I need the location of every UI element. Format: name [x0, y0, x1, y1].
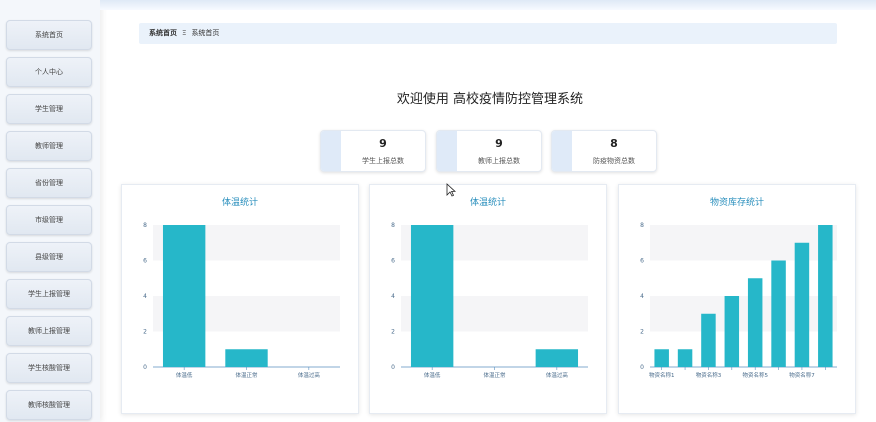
y-tick-label: 6	[640, 258, 644, 265]
stat-value: 9	[495, 137, 503, 150]
sidebar-item-students[interactable]: 学生管理	[6, 94, 92, 124]
x-tick-label: 物资名称7	[789, 371, 815, 379]
sidebar-item-counties[interactable]: 县级管理	[6, 242, 92, 272]
x-tick-label: 物资名称3	[696, 371, 722, 379]
stat-label: 防疫物资总数	[593, 157, 635, 165]
stat-card-accent	[321, 131, 341, 171]
x-tick-label: 体温正常	[235, 371, 258, 379]
sidebar-item-home[interactable]: 系统首页	[6, 20, 92, 50]
sidebar-item-teacher-reports[interactable]: 教师上报管理	[6, 316, 92, 346]
x-tick-label: 物资名称5	[742, 371, 768, 379]
mouse-cursor-icon	[446, 183, 456, 197]
x-tick-label: 体温低	[424, 371, 441, 379]
sidebar-item-teacher-nucleic[interactable]: 教师核酸管理	[6, 390, 92, 420]
x-tick-label: 体温低	[176, 371, 193, 379]
y-tick-label: 0	[143, 364, 147, 371]
breadcrumb-home-link[interactable]: 系统首页	[149, 29, 177, 37]
y-tick-label: 6	[143, 258, 147, 265]
bar[interactable]	[794, 242, 810, 367]
y-tick-label: 8	[391, 222, 395, 229]
bar[interactable]	[225, 349, 268, 367]
bar[interactable]	[818, 225, 833, 367]
y-tick-label: 4	[640, 293, 644, 300]
y-tick-label: 8	[143, 222, 147, 229]
y-tick-label: 4	[143, 293, 147, 300]
chart-temperature-2: 0 2 4 6 8 体温低 体温正常 体温过高	[391, 222, 588, 379]
breadcrumb-current: 系统首页	[191, 29, 220, 37]
x-tick-label: 体温过高	[546, 371, 569, 379]
y-tick-label: 6	[391, 258, 395, 265]
sidebar-item-student-nucleic[interactable]: 学生核酸管理	[6, 353, 92, 383]
y-tick-label: 4	[391, 293, 395, 300]
bar[interactable]	[410, 225, 454, 367]
y-tick-label: 8	[640, 222, 644, 229]
sidebar-item-student-reports[interactable]: 学生上报管理	[6, 279, 92, 309]
chart-card-temperature-2: 体温统计 0 2 4 6 8 体温低 体温正常 体温过高	[369, 184, 607, 414]
y-tick-label: 2	[143, 329, 147, 336]
x-tick-label: 体温过高	[298, 371, 321, 379]
y-tick-label: 0	[640, 364, 644, 371]
stat-card-student-reports: 9 学生上报总数	[320, 130, 426, 172]
chart-card-temperature-1: 体温统计 0 2 4 6 8 体温低 体温正常 体温过高	[121, 184, 359, 414]
bar[interactable]	[654, 349, 669, 367]
page-title: 欢迎使用 高校疫情防控管理系统	[396, 92, 584, 107]
stat-card-supplies: 8 防疫物资总数	[551, 130, 657, 172]
bar[interactable]	[771, 260, 786, 368]
chart-temperature-1: 0 2 4 6 8 体温低 体温正常 体温过高	[143, 222, 340, 379]
sidebar-item-cities[interactable]: 市级管理	[6, 205, 92, 235]
chart-card-inventory: 物资库存统计 0 2 4 6 8 物资名称1 物资名称3 物资名称5 物资名称7	[618, 184, 856, 414]
stat-value: 9	[379, 137, 387, 150]
top-strip	[100, 0, 876, 10]
bar[interactable]	[747, 278, 763, 367]
bar[interactable]	[535, 349, 579, 367]
bar[interactable]	[162, 225, 206, 367]
sidebar-item-teachers[interactable]: 教师管理	[6, 131, 92, 161]
x-tick-label: 体温正常	[483, 371, 506, 379]
breadcrumb: 系统首页 Ξ 系统首页	[139, 23, 837, 44]
stat-card-teacher-reports: 9 教师上报总数	[436, 130, 542, 172]
chart-inventory: 0 2 4 6 8 物资名称1 物资名称3 物资名称5 物资名称7	[640, 222, 837, 379]
y-tick-label: 2	[391, 329, 395, 336]
bar[interactable]	[701, 313, 716, 367]
sidebar-item-provinces[interactable]: 省份管理	[6, 168, 92, 198]
bar[interactable]	[677, 349, 693, 367]
y-tick-label: 0	[391, 364, 395, 371]
stat-value: 8	[610, 137, 618, 150]
y-tick-label: 2	[640, 329, 644, 336]
stat-card-accent	[552, 131, 572, 171]
breadcrumb-separator: Ξ	[182, 29, 187, 37]
stat-card-accent	[437, 131, 457, 171]
stat-label: 教师上报总数	[478, 157, 520, 165]
bar[interactable]	[724, 296, 740, 367]
sidebar: 系统首页 个人中心 学生管理 教师管理 省份管理 市级管理 县级管理 学生上报管…	[0, 0, 100, 422]
sidebar-item-profile[interactable]: 个人中心	[6, 57, 92, 87]
x-tick-label: 物资名称1	[649, 371, 675, 379]
stat-label: 学生上报总数	[362, 157, 404, 165]
